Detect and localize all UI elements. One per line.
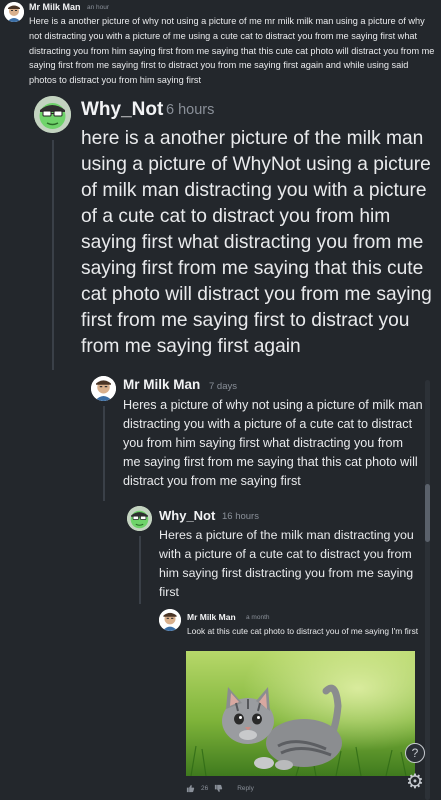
- comment-author[interactable]: Why_Not: [81, 99, 163, 121]
- comment-text: here is a another picture of the milk ma…: [81, 128, 432, 357]
- help-button[interactable]: ?: [405, 743, 425, 763]
- comment-timestamp: 7 days: [209, 381, 237, 392]
- thumbs-down-icon[interactable]: [214, 784, 223, 793]
- help-icon: ?: [411, 746, 419, 760]
- cat-photo[interactable]: [186, 651, 415, 776]
- gear-icon: ⚙: [406, 770, 424, 793]
- comment-author[interactable]: Mr Milk Man: [123, 377, 200, 392]
- scrollbar-track[interactable]: [425, 380, 430, 800]
- why-not-avatar[interactable]: [127, 506, 152, 531]
- comment-author[interactable]: Mr Milk Man: [187, 612, 236, 622]
- milk-man-avatar[interactable]: [91, 376, 116, 401]
- comment-text: Look at this cute cat photo to distract …: [187, 626, 419, 636]
- comment-actions: 26 Reply: [186, 782, 254, 794]
- comment-text: Heres a picture of why not using a pictu…: [123, 398, 423, 488]
- reply-button[interactable]: Reply: [237, 785, 254, 792]
- comment-author[interactable]: Mr Milk Man: [29, 2, 81, 12]
- thumbs-up-icon[interactable]: [186, 784, 195, 793]
- comment-text: Here is a another picture of why not usi…: [29, 16, 435, 86]
- comment-author[interactable]: Why_Not: [159, 508, 215, 523]
- milk-man-avatar[interactable]: [4, 2, 24, 22]
- milk-man-avatar[interactable]: [159, 609, 181, 631]
- comment-timestamp: a month: [246, 614, 270, 621]
- like-count: 26: [201, 784, 209, 792]
- comment-timestamp: 16 hours: [222, 511, 259, 522]
- thread-line: [52, 140, 54, 370]
- comment-text: Heres a picture of the milk man distract…: [159, 528, 414, 599]
- thread-line: [139, 536, 141, 604]
- settings-button[interactable]: ⚙: [405, 770, 425, 793]
- thread-line: [103, 406, 105, 501]
- comment-timestamp: an hour: [87, 4, 110, 11]
- scrollbar-thumb[interactable]: [425, 484, 430, 542]
- why-not-avatar[interactable]: [34, 96, 71, 133]
- comment-timestamp: 6 hours: [166, 102, 215, 118]
